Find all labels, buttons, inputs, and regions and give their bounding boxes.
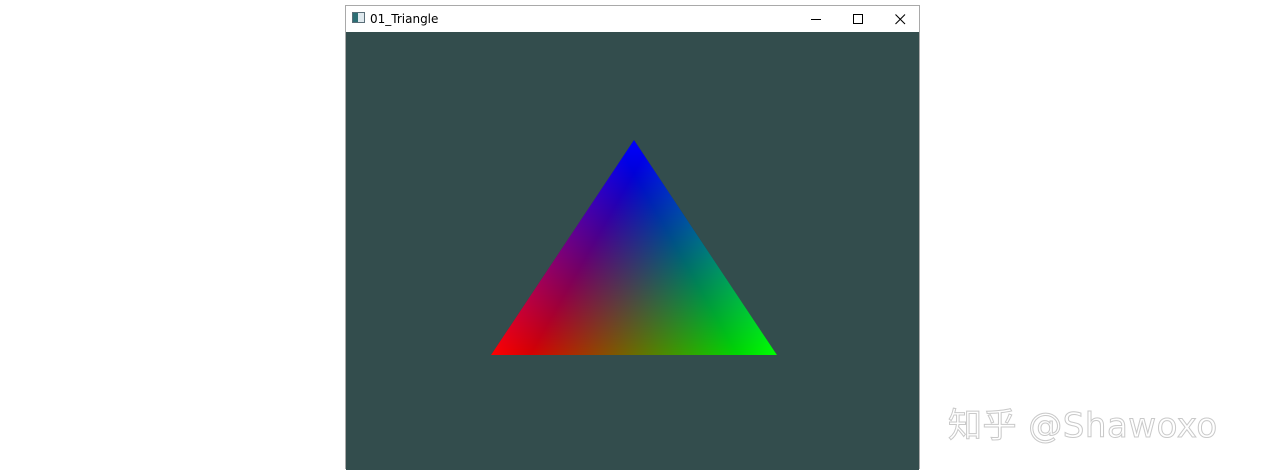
app-icon <box>352 12 365 23</box>
colored-triangle <box>491 140 777 355</box>
minimize-button[interactable] <box>795 6 837 32</box>
close-icon <box>894 13 905 24</box>
watermark-text: 知乎 @Shawoxo <box>948 406 1218 447</box>
window-title: 01_Triangle <box>370 12 439 26</box>
minimize-icon <box>810 18 821 20</box>
viewport-canvas <box>491 140 777 355</box>
close-button[interactable] <box>879 6 921 32</box>
maximize-button[interactable] <box>837 6 879 32</box>
render-viewport <box>346 32 919 470</box>
maximize-icon <box>852 13 863 24</box>
app-window: 01_Triangle <box>345 5 920 470</box>
title-bar[interactable]: 01_Triangle <box>346 6 919 32</box>
